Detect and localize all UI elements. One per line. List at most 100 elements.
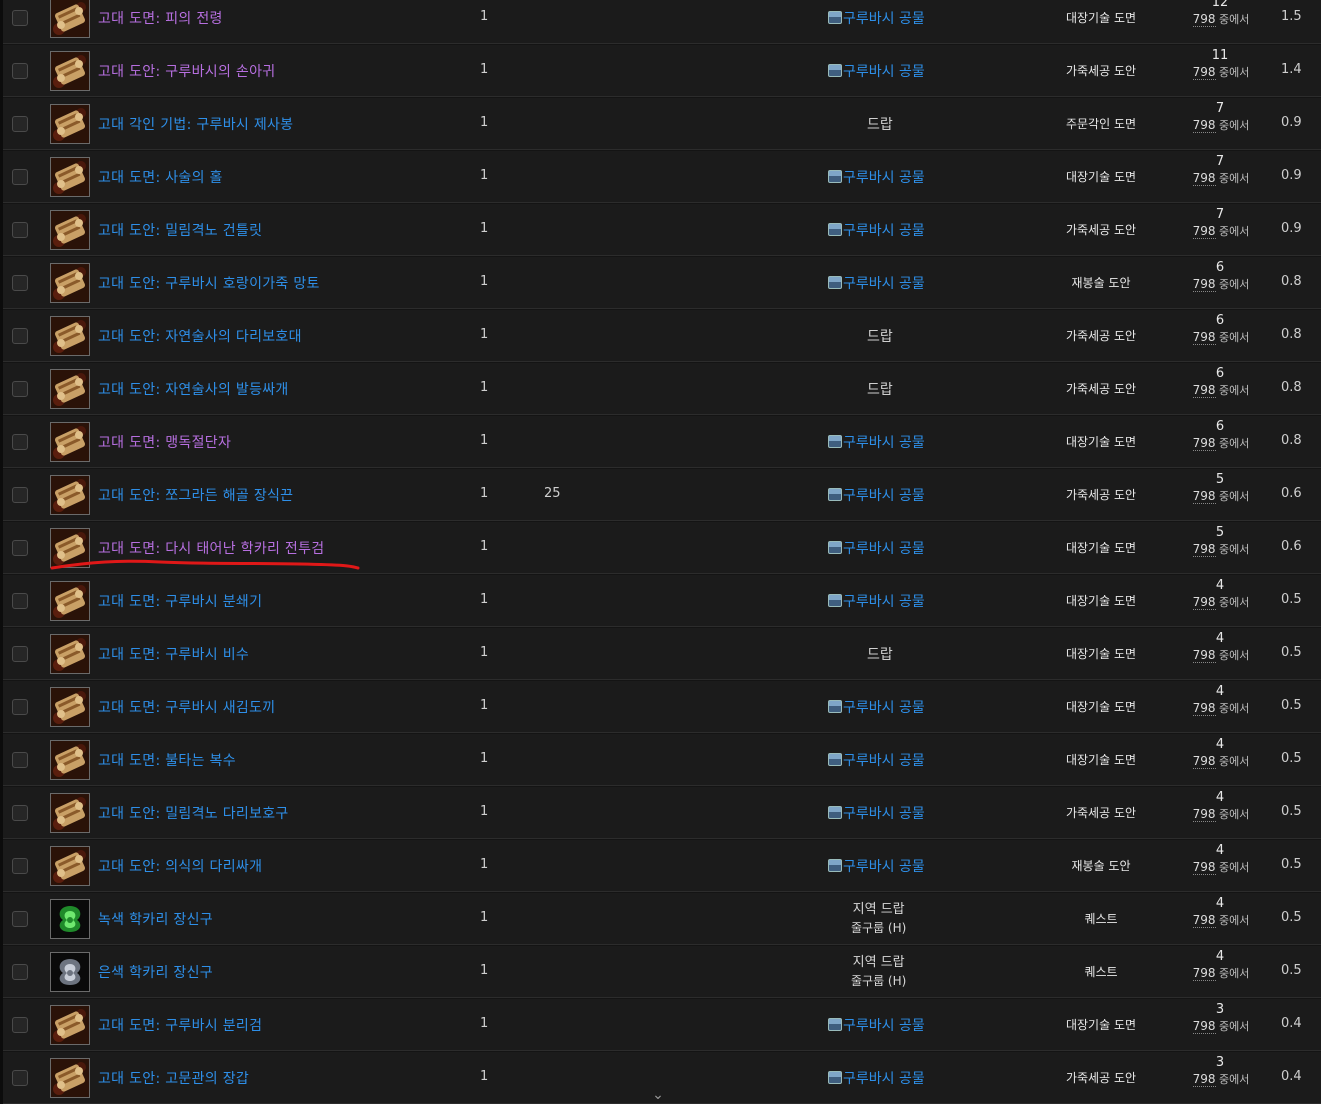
source-link[interactable]: 구루바시 공물 bbox=[828, 1015, 925, 1035]
row-checkbox[interactable] bbox=[12, 540, 28, 556]
source-zone-link[interactable]: 줄구룹 (H) bbox=[851, 972, 906, 991]
row-checkbox[interactable] bbox=[12, 1017, 28, 1033]
item-name-link[interactable]: 고대 도안: 구루바시의 손아귀 bbox=[98, 61, 275, 81]
row-checkbox[interactable] bbox=[12, 275, 28, 291]
drop-count: 5 798 중에서 bbox=[1189, 472, 1253, 505]
item-name-link[interactable]: 고대 도안: 자연술사의 발등싸개 bbox=[98, 379, 289, 399]
item-name-link[interactable]: 고대 도면: 구루바시 분리검 bbox=[98, 1015, 262, 1035]
source-link[interactable]: 구루바시 공물 bbox=[828, 167, 925, 187]
total-value: 798 bbox=[1192, 224, 1216, 239]
scroll-icon[interactable] bbox=[50, 104, 90, 144]
scroll-icon[interactable] bbox=[50, 1058, 90, 1098]
item-name-link[interactable]: 고대 도면: 구루바시 비수 bbox=[98, 644, 249, 664]
source-zone-link[interactable]: 줄구룹 (H) bbox=[851, 919, 906, 938]
item-type: 대장기술 도면 bbox=[1065, 700, 1137, 714]
item-name-link[interactable]: 고대 도면: 다시 태어난 학카리 전투검 bbox=[98, 538, 324, 558]
item-name-link[interactable]: 고대 도안: 구루바시 호랑이가죽 망토 bbox=[98, 273, 320, 293]
scroll-icon[interactable] bbox=[50, 740, 90, 780]
row-checkbox[interactable] bbox=[12, 964, 28, 980]
item-name-link[interactable]: 녹색 학카리 장신구 bbox=[98, 909, 213, 929]
scroll-icon[interactable] bbox=[50, 316, 90, 356]
row-checkbox[interactable] bbox=[12, 169, 28, 185]
row-checkbox[interactable] bbox=[12, 699, 28, 715]
silver-trinket-icon[interactable] bbox=[50, 952, 90, 992]
item-name-link[interactable]: 고대 도안: 쪼그라든 해골 장식끈 bbox=[98, 485, 293, 505]
drop-count: 4 798 중에서 bbox=[1189, 578, 1253, 611]
scroll-icon[interactable] bbox=[50, 528, 90, 568]
item-name-link[interactable]: 고대 도면: 맹독절단자 bbox=[98, 432, 231, 452]
source-link[interactable]: 구루바시 공물 bbox=[828, 61, 925, 81]
scroll-icon[interactable] bbox=[50, 634, 90, 674]
item-name-link[interactable]: 은색 학카리 장신구 bbox=[98, 962, 213, 982]
scroll-icon[interactable] bbox=[50, 51, 90, 91]
row-checkbox[interactable] bbox=[12, 434, 28, 450]
row-checkbox[interactable] bbox=[12, 116, 28, 132]
count-value: 6 bbox=[1215, 313, 1225, 328]
row-checkbox[interactable] bbox=[12, 805, 28, 821]
item-name-link[interactable]: 고대 도안: 밀림격노 다리보호구 bbox=[98, 803, 289, 823]
source-link[interactable]: 구루바시 공물 bbox=[828, 485, 925, 505]
scroll-icon[interactable] bbox=[50, 263, 90, 303]
item-name-link[interactable]: 고대 도면: 피의 전령 bbox=[98, 8, 223, 28]
item-level: 1 bbox=[480, 168, 489, 183]
source-link[interactable]: 구루바시 공물 bbox=[828, 432, 925, 452]
row-checkbox[interactable] bbox=[12, 593, 28, 609]
total-suffix: 중에서 bbox=[1219, 437, 1250, 450]
drop-count: 6 798 중에서 bbox=[1189, 313, 1253, 346]
item-name-link[interactable]: 고대 도면: 사술의 홀 bbox=[98, 167, 223, 187]
item-name-link[interactable]: 고대 도면: 구루바시 새김도끼 bbox=[98, 697, 275, 717]
scroll-icon[interactable] bbox=[50, 0, 90, 38]
scroll-icon[interactable] bbox=[50, 793, 90, 833]
total-suffix: 중에서 bbox=[1219, 755, 1250, 768]
item-level: 1 bbox=[480, 751, 489, 766]
row-checkbox[interactable] bbox=[12, 752, 28, 768]
source-link[interactable]: 구루바시 공물 bbox=[828, 538, 925, 558]
source-link[interactable]: 구루바시 공물 bbox=[828, 1068, 925, 1088]
chest-icon bbox=[828, 223, 842, 236]
item-type: 대장기술 도면 bbox=[1065, 435, 1137, 449]
scroll-icon[interactable] bbox=[50, 475, 90, 515]
scroll-icon[interactable] bbox=[50, 687, 90, 727]
source-link[interactable]: 구루바시 공물 bbox=[828, 273, 925, 293]
item-name-link[interactable]: 고대 도면: 구루바시 분쇄기 bbox=[98, 591, 262, 611]
scroll-icon[interactable] bbox=[50, 369, 90, 409]
source-link[interactable]: 구루바시 공물 bbox=[828, 220, 925, 240]
source-link[interactable]: 구루바시 공물 bbox=[828, 856, 925, 876]
source-label: 구루바시 공물 bbox=[843, 223, 925, 239]
green-trinket-icon[interactable] bbox=[50, 899, 90, 939]
row-checkbox[interactable] bbox=[12, 1070, 28, 1086]
scroll-icon[interactable] bbox=[50, 210, 90, 250]
source-link[interactable]: 구루바시 공물 bbox=[828, 697, 925, 717]
count-value: 6 bbox=[1215, 366, 1225, 381]
source-link[interactable]: 구루바시 공물 bbox=[828, 803, 925, 823]
scroll-icon[interactable] bbox=[50, 422, 90, 462]
drop-percent: 0.5 bbox=[1281, 592, 1302, 607]
row-checkbox[interactable] bbox=[12, 487, 28, 503]
row-checkbox[interactable] bbox=[12, 911, 28, 927]
row-checkbox[interactable] bbox=[12, 646, 28, 662]
row-checkbox[interactable] bbox=[12, 328, 28, 344]
scroll-icon[interactable] bbox=[50, 846, 90, 886]
item-name-link[interactable]: 고대 도안: 고문관의 장갑 bbox=[98, 1068, 249, 1088]
item-name-link[interactable]: 고대 도면: 불타는 복수 bbox=[98, 750, 236, 770]
chevron-down-icon[interactable]: ⌄ bbox=[648, 1088, 668, 1104]
row-checkbox[interactable] bbox=[12, 381, 28, 397]
total-value: 798 bbox=[1192, 65, 1216, 80]
source-link[interactable]: 구루바시 공물 bbox=[828, 591, 925, 611]
source-link[interactable]: 구루바시 공물 bbox=[828, 750, 925, 770]
item-name-link[interactable]: 고대 도안: 의식의 다리싸개 bbox=[98, 856, 262, 876]
source-cell: 지역 드랍 줄구룹 (H) bbox=[851, 900, 906, 938]
row-checkbox[interactable] bbox=[12, 10, 28, 26]
scroll-icon[interactable] bbox=[50, 157, 90, 197]
count-value: 4 bbox=[1215, 631, 1225, 646]
item-name-link[interactable]: 고대 도안: 자연술사의 다리보호대 bbox=[98, 326, 302, 346]
scroll-icon[interactable] bbox=[50, 581, 90, 621]
count-value: 3 bbox=[1215, 1002, 1225, 1017]
row-checkbox[interactable] bbox=[12, 63, 28, 79]
row-checkbox[interactable] bbox=[12, 222, 28, 238]
item-name-link[interactable]: 고대 각인 기법: 구루바시 제사봉 bbox=[98, 114, 293, 134]
source-link[interactable]: 구루바시 공물 bbox=[828, 8, 925, 28]
scroll-icon[interactable] bbox=[50, 1005, 90, 1045]
item-name-link[interactable]: 고대 도안: 밀림격노 건틀릿 bbox=[98, 220, 262, 240]
row-checkbox[interactable] bbox=[12, 858, 28, 874]
